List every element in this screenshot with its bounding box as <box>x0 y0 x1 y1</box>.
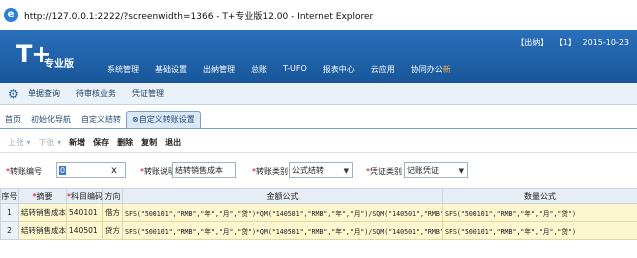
table-row[interactable]: 2 结转销售成本 140501 贷方 SFS("500101","RMB","年… <box>0 221 637 240</box>
header-text: 摘要 <box>36 191 53 201</box>
app-header: T+ 专业版 【出纳】 【1】 2015-10-23 系统管理 基础设置 出纳管… <box>0 30 637 83</box>
voucher-type-value: 记账凭证 <box>407 166 439 175</box>
exit-button[interactable]: 退出 <box>165 137 181 148</box>
transfer-desc-input[interactable]: 结转销售成本 <box>172 162 236 178</box>
current-user[interactable]: 【出纳】 <box>516 38 548 47</box>
nav-t-ufo[interactable]: T-UFO <box>283 64 307 75</box>
col-index: 序号 <box>0 188 19 204</box>
nav-cloud-apps[interactable]: 云应用 <box>371 64 395 75</box>
quick-document-query[interactable]: 单据查询 <box>28 88 60 99</box>
nav-general-ledger[interactable]: 总账 <box>251 64 267 75</box>
delete-button[interactable]: 删除 <box>117 137 133 148</box>
nav-label: 报表中心 <box>322 65 355 74</box>
col-account-code[interactable]: *科目编码 <box>66 188 103 204</box>
voucher-type-select[interactable]: 记账凭证 ▼ <box>404 162 468 178</box>
quick-nav-bar: ⚙ 单据查询 待审核业务 凭证管理 <box>0 83 637 105</box>
header-text: 科目编码 <box>71 191 103 201</box>
save-button[interactable]: 保存 <box>93 137 109 148</box>
gear-icon[interactable]: ⚙ <box>8 88 20 100</box>
close-icon[interactable]: ⊗ <box>132 115 139 124</box>
transfer-code-input[interactable]: 0 x <box>56 162 126 178</box>
chevron-down-icon[interactable]: ▼ <box>459 163 464 177</box>
label-text: 转账类别 <box>256 167 288 176</box>
window-title: http://127.0.0.1:2222/?screenwidth=1366 … <box>24 11 374 22</box>
cell-direction[interactable]: 借方 <box>102 203 123 222</box>
col-amount-formula[interactable]: 金额公式 <box>122 188 443 204</box>
nav-collaboration[interactable]: 协同办公新 <box>411 64 451 75</box>
nav-cashier[interactable]: 出纳管理 <box>203 64 235 75</box>
login-date: 2015-10-23 <box>582 38 630 47</box>
col-summary[interactable]: *摘要 <box>18 188 67 204</box>
nav-label: 总账 <box>251 65 267 74</box>
user-info: 【出纳】 【1】 2015-10-23 <box>512 37 629 48</box>
row-index: 2 <box>0 221 19 240</box>
col-quantity-formula[interactable]: 数量公式 <box>442 188 637 204</box>
row-index: 1 <box>0 203 19 222</box>
cell-account-code[interactable]: 140501 <box>66 221 103 240</box>
app-edition: 专业版 <box>44 59 74 70</box>
transfer-type-label: *转账类别 <box>252 166 288 177</box>
tab-custom-transfer[interactable]: 自定义结转 <box>76 112 126 128</box>
label-text: 凭证类别 <box>370 167 402 176</box>
transfer-type-value: 公式结转 <box>292 166 324 175</box>
new-button[interactable]: 新增 <box>69 137 85 148</box>
table-header-row: 序号 *摘要 *科目编码 方向 金额公式 数量公式 <box>0 188 637 204</box>
nav-label: T-UFO <box>283 64 307 73</box>
nav-label: 系统管理 <box>107 65 139 74</box>
transfer-header-form: *转账编号 0 x *转账说明 结转销售成本 *转账类别 公式结转 ▼ *凭证类… <box>0 160 637 182</box>
cell-summary[interactable]: 结转销售成本 <box>18 203 67 222</box>
nav-label: 云应用 <box>370 65 395 74</box>
toolbar: 上张 ▾ 下张 ▾ 新增 保存 删除 复制 退出 <box>0 132 637 153</box>
col-direction[interactable]: 方向 <box>102 188 123 204</box>
browser-titlebar: e http://127.0.0.1:2222/?screenwidth=136… <box>0 0 637 31</box>
cell-summary[interactable]: 结转销售成本 <box>18 221 67 240</box>
quick-voucher-management[interactable]: 凭证管理 <box>132 88 164 99</box>
tab-init-navigation[interactable]: 初始化导航 <box>26 112 76 128</box>
clear-icon[interactable]: x <box>111 163 117 177</box>
transfer-type-select[interactable]: 公式结转 ▼ <box>289 162 353 178</box>
nav-label: 基础设置 <box>155 65 187 74</box>
transfer-code-label: *转账编号 <box>6 166 42 177</box>
page-tabs: 首页 初始化导航 自定义结转 ⊗自定义转账设置 <box>0 111 637 129</box>
tab-home[interactable]: 首页 <box>0 112 26 128</box>
nav-system-management[interactable]: 系统管理 <box>107 64 139 75</box>
cell-account-code[interactable]: 540101 <box>66 203 103 222</box>
nav-report-center[interactable]: 报表中心 <box>323 64 355 75</box>
transfer-desc-label: *转账说明 <box>140 166 176 177</box>
copy-button[interactable]: 复制 <box>141 137 157 148</box>
cell-quantity-formula[interactable]: SFS("500101","RMB","年","月","贷") <box>442 203 637 222</box>
nav-label: 协同办公 <box>410 65 443 74</box>
label-text: 转账编号 <box>10 167 42 176</box>
tab-label: 自定义转账设置 <box>138 115 195 124</box>
cell-amount-formula[interactable]: SFS("500101","RMB","年","月","贷")*QM("1405… <box>122 203 443 222</box>
nav-basic-settings[interactable]: 基础设置 <box>155 64 187 75</box>
table-row[interactable]: 1 结转销售成本 540101 借方 SFS("500101","RMB","年… <box>0 203 637 222</box>
quick-pending-review[interactable]: 待审核业务 <box>76 88 116 99</box>
cell-direction[interactable]: 贷方 <box>102 221 123 240</box>
next-record-button[interactable]: 下张 ▾ <box>39 137 62 148</box>
main-nav: 系统管理 基础设置 出纳管理 总账 T-UFO 报表中心 云应用 协同办公新 <box>107 64 467 75</box>
internet-explorer-icon: e <box>4 8 18 22</box>
voucher-type-label: *凭证类别 <box>366 166 402 177</box>
cell-quantity-formula[interactable]: SFS("500101","RMB","年","月","贷") <box>442 221 637 240</box>
chevron-down-icon[interactable]: ▼ <box>344 163 349 177</box>
transfer-lines-table: 序号 *摘要 *科目编码 方向 金额公式 数量公式 1 结转销售成本 54010… <box>0 188 637 240</box>
nav-label: 出纳管理 <box>203 65 235 74</box>
cell-amount-formula[interactable]: SFS("500101","RMB","年","月","贷")*QM("1405… <box>122 221 443 240</box>
tab-custom-transfer-settings[interactable]: ⊗自定义转账设置 <box>126 111 201 128</box>
transfer-code-value: 0 <box>59 166 67 175</box>
current-account[interactable]: 【1】 <box>555 38 576 47</box>
prev-record-button[interactable]: 上张 ▾ <box>8 137 31 148</box>
new-badge: 新 <box>442 65 451 74</box>
